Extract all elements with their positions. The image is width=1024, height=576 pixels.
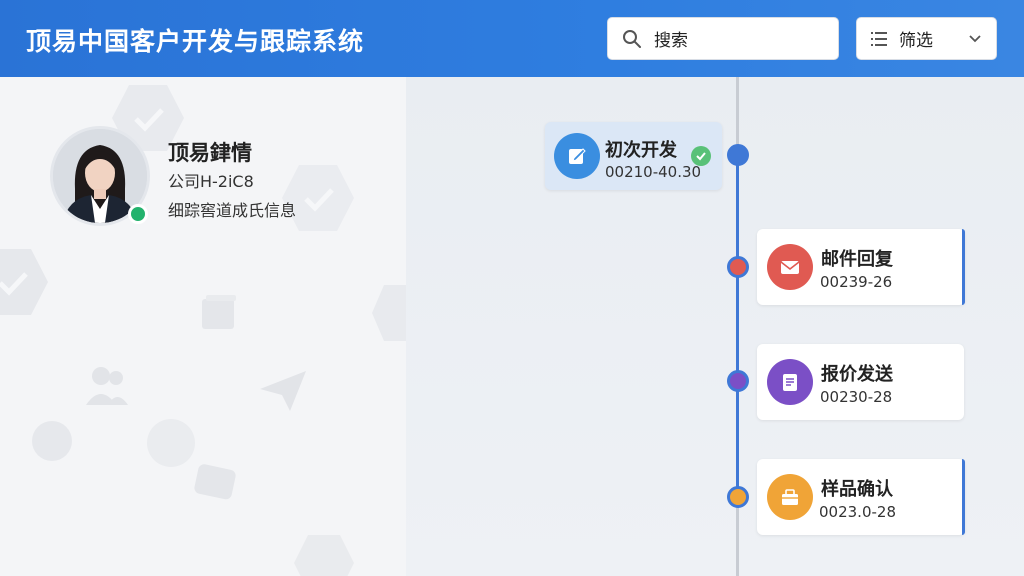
- search-placeholder: 搜索: [654, 31, 688, 51]
- document-icon: [767, 359, 813, 405]
- timeline-event-card[interactable]: 样品确认 0023.0-28: [757, 459, 965, 535]
- event-date: 00230-28: [820, 388, 893, 406]
- search-input[interactable]: 搜索: [607, 17, 839, 60]
- decorative-briefcase-icon: [194, 464, 236, 500]
- decorative-send-icon: [260, 371, 306, 411]
- event-title: 样品确认: [821, 479, 893, 500]
- chevron-down-icon: [969, 35, 981, 43]
- filter-dropdown[interactable]: 筛选: [856, 17, 997, 60]
- box-icon: [767, 474, 813, 520]
- timeline-event-card[interactable]: 邮件回复 00239-26: [757, 229, 965, 305]
- timeline-node: [727, 486, 749, 508]
- online-status-indicator: [128, 204, 148, 224]
- decorative-hexagon-icon: [294, 535, 354, 576]
- contact-avatar[interactable]: [50, 126, 150, 226]
- timeline-event-card[interactable]: 报价发送 00230-28: [757, 344, 964, 420]
- contact-name: 顶易銉情: [168, 141, 252, 165]
- filter-list-icon: [871, 31, 887, 46]
- app-title: 顶易中国客户开发与跟踪系统: [26, 27, 365, 56]
- contact-company: 公司H-2iC8: [168, 172, 254, 191]
- event-title: 报价发送: [821, 364, 893, 385]
- event-date: 00239-26: [820, 273, 893, 291]
- event-date: 0023.0-28: [819, 503, 896, 521]
- timeline-event-card[interactable]: 初次开发 00210-40.30: [545, 122, 722, 190]
- contact-description: 细踪窖道成氏信息: [168, 201, 297, 220]
- timeline-node: [727, 370, 749, 392]
- decorative-hexagon-icon: [0, 249, 48, 315]
- timeline-node: [727, 144, 749, 166]
- decorative-circle-icon: [32, 421, 72, 461]
- decorative-users-icon: [86, 367, 128, 405]
- search-icon: [623, 29, 641, 48]
- decorative-circle-icon: [147, 419, 195, 467]
- filter-label: 筛选: [899, 31, 933, 51]
- event-date: 00210-40.30: [605, 163, 702, 181]
- timeline-progress: [736, 155, 739, 497]
- app-header: 顶易中国客户开发与跟踪系统 搜索 筛选: [0, 0, 1024, 77]
- event-title: 初次开发: [605, 140, 677, 161]
- envelope-icon: [767, 244, 813, 290]
- note-icon: [554, 133, 600, 179]
- event-title: 邮件回复: [821, 249, 893, 270]
- decorative-window-icon: [202, 295, 236, 329]
- timeline-node: [727, 256, 749, 278]
